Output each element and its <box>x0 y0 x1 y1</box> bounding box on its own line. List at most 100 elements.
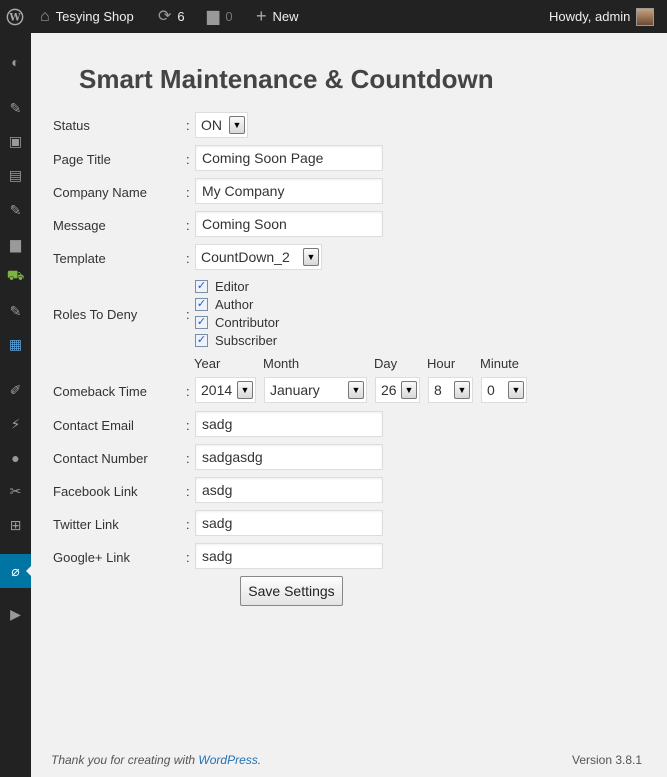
template-value: CountDown_2 <box>201 249 290 265</box>
googleplus-link-label: Google+ Link <box>53 550 130 565</box>
media-icon[interactable]: ▣ <box>0 126 31 156</box>
chevron-down-icon: ▼ <box>237 381 253 399</box>
wordpress-logo-icon[interactable]: W <box>6 0 24 33</box>
colon: : <box>186 307 190 322</box>
hour-value: 8 <box>434 382 442 398</box>
message-input[interactable]: Coming Soon <box>195 211 383 237</box>
smart-maintenance-menu-icon[interactable]: ⌀ <box>0 554 31 588</box>
colon: : <box>186 517 190 532</box>
svg-text:W: W <box>8 12 21 23</box>
year-select[interactable]: 2014 ▼ <box>195 377 256 403</box>
new-label: New <box>272 9 299 24</box>
status-value: ON <box>201 117 222 133</box>
roles-label: Roles To Deny <box>53 307 138 322</box>
minute-select[interactable]: 0 ▼ <box>481 377 527 403</box>
footer-version: Version 3.8.1 <box>572 753 643 767</box>
settings-icon[interactable]: ⊞ <box>0 510 31 540</box>
role-label: Subscriber <box>215 332 278 348</box>
role-subscriber-checkbox[interactable]: ✓ Subscriber <box>195 331 277 349</box>
checkmark-icon: ✓ <box>195 297 208 311</box>
message-label: Message <box>53 218 106 233</box>
checkmark-icon: ✓ <box>195 279 208 293</box>
tools-icon[interactable]: ✂ <box>0 476 31 506</box>
plus-icon: + <box>256 6 267 26</box>
footer-thanks-prefix: Thank you for creating with <box>51 753 199 767</box>
day-value: 26 <box>381 382 397 398</box>
posts-pin-icon[interactable]: ✎ <box>0 93 31 123</box>
checkmark-icon: ✓ <box>195 315 208 329</box>
save-settings-button[interactable]: Save Settings <box>240 576 343 606</box>
main-content: Smart Maintenance & Countdown Status : O… <box>31 33 667 777</box>
hour-label: Hour <box>427 356 456 371</box>
appearance-icon[interactable]: ✐ <box>0 375 31 405</box>
facebook-link-label: Facebook Link <box>53 484 138 499</box>
role-label: Editor <box>215 278 249 294</box>
colon: : <box>186 384 190 399</box>
my-account-link[interactable]: Howdy, admin <box>549 0 655 33</box>
facebook-link-input[interactable]: asdg <box>195 477 383 503</box>
chevron-down-icon: ▼ <box>303 248 319 266</box>
day-label: Day <box>374 356 398 371</box>
template-select[interactable]: CountDown_2 ▼ <box>195 244 322 270</box>
twitter-link-input[interactable]: sadg <box>195 510 383 536</box>
colon: : <box>186 550 190 565</box>
contact-email-label: Contact Email <box>53 418 134 433</box>
comeback-time-label: Comeback Time <box>53 384 147 399</box>
role-author-checkbox[interactable]: ✓ Author <box>195 295 253 313</box>
page-title-input[interactable]: Coming Soon Page <box>195 145 383 171</box>
role-label: Contributor <box>215 314 280 330</box>
colon: : <box>186 185 190 200</box>
footer-thanks-suffix: . <box>257 753 262 767</box>
role-contributor-checkbox[interactable]: ✓ Contributor <box>195 313 279 331</box>
comment-icon: ▆ <box>207 8 220 25</box>
company-name-label: Company Name <box>53 185 147 200</box>
site-name-link[interactable]: ⌂ Tesying Shop <box>40 0 134 33</box>
chevron-down-icon: ▼ <box>229 116 245 134</box>
googleplus-link-input[interactable]: sadg <box>195 543 383 569</box>
plugins-icon[interactable]: ⚡ <box>0 409 31 439</box>
colon: : <box>186 118 190 133</box>
howdy-text: Howdy, admin <box>549 9 631 24</box>
month-select[interactable]: January ▼ <box>264 377 367 403</box>
comments-count: 0 <box>225 9 233 24</box>
reports-icon[interactable]: ▦ <box>0 329 31 359</box>
site-name: Tesying Shop <box>55 9 134 24</box>
hour-select[interactable]: 8 ▼ <box>428 377 473 403</box>
contact-number-input[interactable]: sadgasdg <box>195 444 383 470</box>
chevron-down-icon: ▼ <box>348 381 364 399</box>
role-editor-checkbox[interactable]: ✓ Editor <box>195 277 249 295</box>
month-value: January <box>270 382 320 398</box>
company-name-input[interactable]: My Company <box>195 178 383 204</box>
updates-link[interactable]: ⟳ 6 <box>158 0 185 33</box>
pages-icon[interactable]: ▤ <box>0 160 31 190</box>
colon: : <box>186 451 190 466</box>
minute-label: Minute <box>480 356 520 371</box>
footer-thanks: Thank you for creating with WordPress. <box>51 753 261 767</box>
role-label: Author <box>215 296 254 312</box>
updates-count: 6 <box>177 9 185 24</box>
woocommerce-icon[interactable]: ⛟ <box>0 261 31 291</box>
chevron-down-icon: ▼ <box>454 381 470 399</box>
chevron-down-icon: ▼ <box>401 381 417 399</box>
twitter-link-label: Twitter Link <box>53 517 119 532</box>
dashboard-icon[interactable]: ◐ <box>0 47 31 77</box>
contact-email-input[interactable]: sadg <box>195 411 383 437</box>
chevron-down-icon: ▼ <box>508 381 524 399</box>
updates-icon: ⟳ <box>158 8 172 25</box>
products-pin-icon[interactable]: ✎ <box>0 296 31 326</box>
admin-bar: W ⌂ Tesying Shop ⟳ 6 ▆ 0 + New Howdy, ad… <box>0 0 667 33</box>
comments-icon[interactable]: ▆ <box>0 229 31 259</box>
home-icon: ⌂ <box>40 8 50 25</box>
colon: : <box>186 251 190 266</box>
users-icon[interactable]: ● <box>0 443 31 473</box>
collapse-menu-icon[interactable]: ▶ <box>0 599 31 629</box>
status-select[interactable]: ON ▼ <box>195 112 248 138</box>
contact-number-label: Contact Number <box>53 451 148 466</box>
pin-icon[interactable]: ✎ <box>0 195 31 225</box>
wordpress-link[interactable]: WordPress <box>198 753 257 767</box>
comments-link[interactable]: ▆ 0 <box>207 0 233 33</box>
page-title-label: Page Title <box>53 152 111 167</box>
minute-value: 0 <box>487 382 495 398</box>
day-select[interactable]: 26 ▼ <box>375 377 420 403</box>
new-content-link[interactable]: + New <box>256 0 299 33</box>
